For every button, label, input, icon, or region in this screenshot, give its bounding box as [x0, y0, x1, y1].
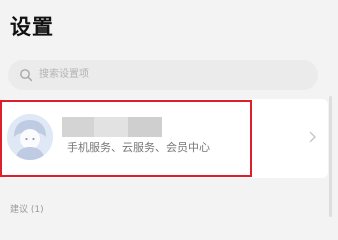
search-bar[interactable]: 搜索设置项 — [8, 60, 318, 90]
suggestions-section-label: 建议 (1) — [10, 205, 44, 215]
chevron-right-icon[interactable] — [309, 131, 317, 143]
page-title: 设置 — [10, 15, 54, 39]
search-placeholder: 搜索设置项 — [39, 69, 89, 80]
scroll-indicator — [329, 96, 332, 217]
highlight-box — [0, 100, 252, 177]
search-icon — [20, 69, 33, 82]
